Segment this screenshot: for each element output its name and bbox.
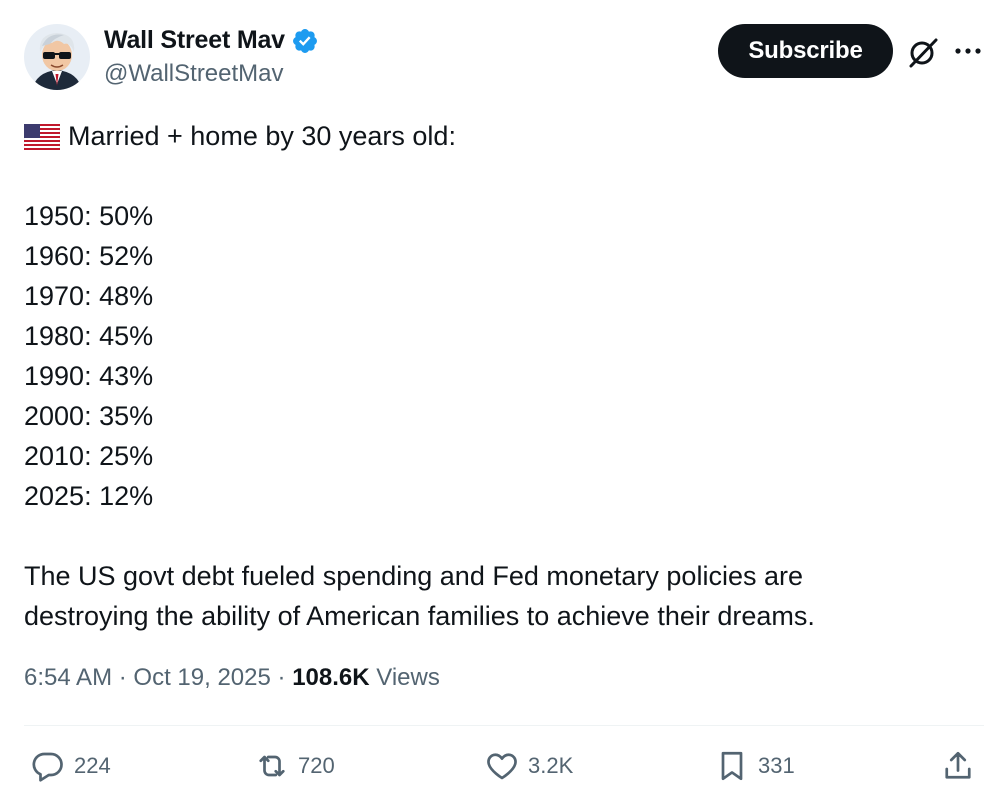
avatar-mascot [24, 24, 90, 90]
more-icon[interactable] [951, 36, 985, 66]
avatar[interactable] [24, 24, 90, 90]
post-stat-line: 1950: 50% [24, 201, 154, 231]
post-time[interactable]: 6:54 AM [24, 664, 112, 691]
reply-button[interactable]: 224 [30, 746, 111, 786]
post-meta: 6:54 AM · Oct 19, 2025 · 108.6K Views [24, 664, 440, 692]
grok-icon[interactable] [905, 34, 941, 70]
repost-button[interactable]: 720 [254, 746, 335, 786]
bookmark-button[interactable]: 331 [714, 746, 795, 786]
post-stat-line: 2000: 35% [24, 401, 154, 431]
post-date[interactable]: Oct 19, 2025 [133, 664, 270, 691]
views-label: Views [376, 664, 440, 691]
post-stat-line: 2010: 25% [24, 441, 154, 471]
post-stat-line: 2025: 12% [24, 481, 154, 511]
like-button[interactable]: 3.2K [484, 746, 573, 786]
repost-count: 720 [298, 753, 335, 778]
divider [24, 725, 984, 726]
meta-separator: · [277, 664, 286, 691]
verified-badge-icon [292, 28, 317, 53]
post-body-line: The US govt debt fueled spending and Fed… [24, 561, 803, 591]
heart-icon [487, 753, 517, 780]
post-stat-line: 1970: 48% [24, 281, 154, 311]
post-stat-line: 1960: 52% [24, 241, 154, 271]
post-stat-line: 1980: 45% [24, 321, 154, 351]
author-name[interactable]: Wall Street Mav [104, 26, 285, 55]
us-flag-icon [24, 124, 60, 150]
share-icon [945, 751, 971, 779]
author-name-row[interactable]: Wall Street Mav [104, 26, 319, 55]
post-body-line: destroying the ability of American famil… [24, 601, 815, 631]
post-heading: Married + home by 30 years old: [68, 121, 456, 151]
bookmark-icon [721, 751, 743, 781]
bookmark-count: 331 [758, 753, 795, 778]
subscribe-button[interactable]: Subscribe [718, 24, 893, 78]
reply-icon [32, 752, 63, 782]
meta-separator: · [118, 664, 127, 691]
views-count: 108.6K [292, 664, 370, 691]
author-handle[interactable]: @WallStreetMav [104, 60, 284, 88]
post-stat-line: 1990: 43% [24, 361, 154, 391]
reply-count: 224 [74, 753, 111, 778]
like-count: 3.2K [528, 753, 574, 778]
repost-icon [259, 755, 285, 777]
share-button[interactable] [940, 746, 984, 786]
